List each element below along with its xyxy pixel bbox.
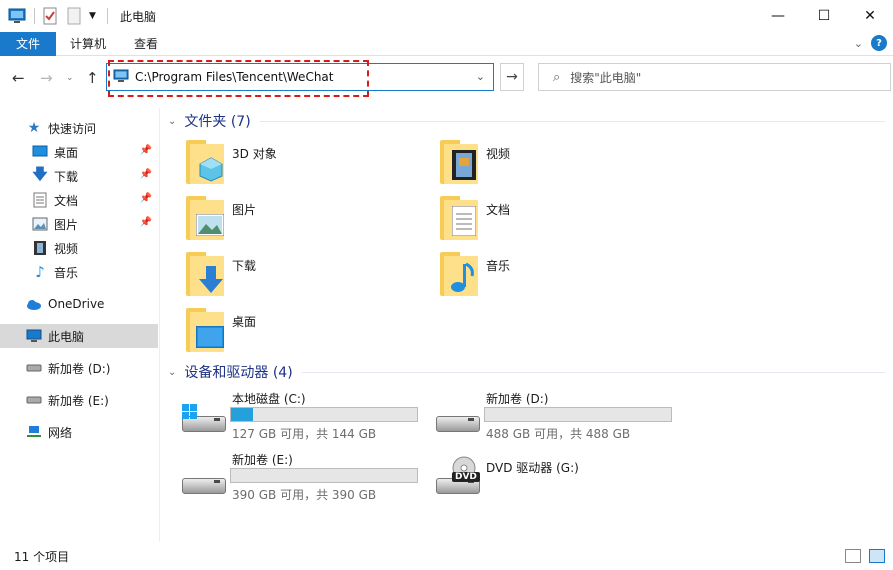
document-icon — [32, 192, 48, 208]
pin-icon[interactable]: 📌 — [140, 193, 152, 204]
drive-usage-bar — [230, 468, 418, 483]
tab-file[interactable]: 文件 — [0, 31, 57, 56]
title-bar: ▼ 此电脑 — ☐ ✕ — [0, 0, 893, 32]
expand-ribbon-icon[interactable]: ⌄ — [854, 37, 863, 50]
folder-icon — [440, 196, 478, 240]
download-icon: 🡇 — [32, 164, 48, 183]
sidebar-item-desktop[interactable]: 桌面 📌 — [0, 140, 158, 164]
tab-view[interactable]: 查看 — [120, 32, 172, 56]
chevron-down-icon[interactable]: ▼ — [89, 7, 99, 25]
sidebar-item-documents[interactable]: 文档 📌 — [0, 188, 158, 212]
dvd-label-icon: DVD — [452, 472, 480, 482]
help-icon[interactable]: ? — [871, 35, 887, 51]
divider — [34, 8, 35, 24]
drive-icon — [436, 410, 480, 434]
details-view-icon[interactable] — [845, 549, 861, 563]
back-arrow-icon[interactable]: ← — [12, 69, 25, 87]
folders-group-header[interactable]: ⌄ 文件夹 (7) — [168, 111, 251, 131]
maximize-button[interactable]: ☐ — [801, 0, 847, 32]
sidebar-item-drive-e[interactable]: 新加卷 (E:) — [0, 388, 158, 412]
pin-icon[interactable]: 📌 — [140, 169, 152, 180]
search-placeholder: 搜索"此电脑" — [570, 70, 642, 85]
picture-icon — [32, 216, 48, 232]
music-icon: ♪ — [35, 263, 45, 281]
sidebar-item-quick-access[interactable]: ★ 快速访问 — [0, 116, 158, 140]
folder-icon — [440, 140, 478, 184]
view-buttons — [837, 549, 885, 563]
chevron-down-icon[interactable]: ⌄ — [168, 116, 176, 127]
up-arrow-icon[interactable]: ↑ — [86, 69, 99, 87]
folder-icon — [186, 252, 224, 296]
content-pane: ⌄ 文件夹 (7) 3D 对象 视频 图片 文档 下载 音乐 桌面 ⌄ 设备和驱… — [160, 102, 893, 542]
network-icon — [26, 424, 42, 440]
recent-locations-chevron-icon[interactable]: ⌄ — [66, 73, 74, 83]
music-icon — [451, 262, 474, 292]
group-divider — [302, 372, 885, 373]
desktop-icon — [196, 326, 224, 348]
pin-icon[interactable]: 📌 — [140, 145, 152, 156]
sidebar-item-pictures[interactable]: 图片 📌 — [0, 212, 158, 236]
status-bar: 11 个项目 — [0, 542, 893, 570]
computer-icon[interactable] — [8, 7, 26, 25]
computer-icon — [26, 328, 42, 344]
window-controls: — ☐ ✕ — [755, 0, 893, 32]
sidebar-item-drive-d[interactable]: 新加卷 (D:) — [0, 356, 158, 380]
drive-icon — [182, 472, 226, 496]
annotation-highlight-box — [108, 60, 369, 97]
close-button[interactable]: ✕ — [847, 0, 893, 32]
3d-objects-icon — [199, 157, 223, 182]
sidebar-item-onedrive[interactable]: OneDrive — [0, 292, 158, 316]
windows-logo-icon — [182, 404, 197, 419]
refresh-arrow-icon[interactable]: → — [500, 63, 524, 91]
properties-icon[interactable] — [41, 7, 59, 25]
minimize-button[interactable]: — — [755, 0, 801, 32]
divider — [107, 8, 108, 24]
picture-icon — [196, 214, 224, 236]
document-icon — [452, 206, 476, 236]
quick-access-toolbar: ▼ 此电脑 — [0, 0, 156, 32]
ribbon-right: ⌄ ? — [854, 35, 887, 51]
download-icon — [199, 266, 223, 293]
drive-icon — [26, 360, 42, 376]
sidebar-item-downloads[interactable]: 🡇 下载 📌 — [0, 164, 158, 188]
folder-icon — [186, 140, 224, 184]
ribbon-tabs: 文件 计算机 查看 ⌄ ? — [0, 31, 893, 56]
drives-group-header[interactable]: ⌄ 设备和驱动器 (4) — [168, 362, 293, 382]
new-folder-icon[interactable] — [65, 7, 83, 25]
navigation-bar: ← → ⌄ ↑ C:\Program Files\Tencent\WeChat … — [0, 56, 893, 102]
drive-icon — [26, 392, 42, 408]
search-box[interactable]: ⌕ 搜索"此电脑" — [538, 63, 891, 91]
folder-icon — [186, 308, 224, 352]
star-icon: ★ — [27, 120, 41, 136]
cloud-icon — [26, 296, 42, 312]
tab-computer[interactable]: 计算机 — [56, 32, 120, 56]
navigation-pane: ★ 快速访问 桌面 📌 🡇 下载 📌 文档 📌 图片 📌 视频 ♪ 音乐 One… — [0, 108, 160, 542]
folder-icon — [186, 196, 224, 240]
sidebar-item-music[interactable]: ♪ 音乐 — [0, 260, 158, 284]
large-icons-view-icon[interactable] — [869, 549, 885, 563]
sidebar-item-videos[interactable]: 视频 — [0, 236, 158, 260]
group-divider — [260, 121, 885, 122]
drive-usage-bar — [484, 407, 672, 422]
desktop-icon — [32, 144, 48, 160]
forward-arrow-icon[interactable]: → — [40, 69, 53, 87]
window-title: 此电脑 — [120, 9, 157, 24]
chevron-down-icon[interactable]: ⌄ — [476, 70, 485, 83]
drive-usage-bar — [230, 407, 418, 422]
pin-icon[interactable]: 📌 — [140, 217, 152, 228]
video-icon — [452, 150, 476, 180]
drive-usage-fill — [231, 408, 254, 421]
chevron-down-icon[interactable]: ⌄ — [168, 367, 176, 378]
item-count: 11 个项目 — [14, 549, 70, 564]
video-icon — [32, 240, 48, 256]
sidebar-item-network[interactable]: 网络 — [0, 420, 158, 444]
folder-icon — [440, 252, 478, 296]
sidebar-item-this-pc[interactable]: 此电脑 — [0, 324, 158, 348]
search-icon: ⌕ — [553, 69, 561, 85]
